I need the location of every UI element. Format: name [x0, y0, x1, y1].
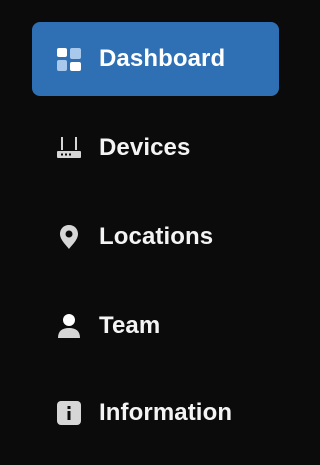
sidebar-item-locations[interactable]: Locations	[32, 200, 279, 274]
location-pin-icon	[56, 224, 82, 250]
sidebar-item-team[interactable]: Team	[32, 289, 279, 363]
sidebar-item-dashboard[interactable]: Dashboard	[32, 22, 279, 96]
sidebar-item-label: Devices	[99, 134, 191, 161]
dashboard-icon	[56, 46, 82, 72]
sidebar-item-label: Dashboard	[99, 45, 226, 72]
sidebar-item-label: Locations	[99, 223, 214, 250]
sidebar-item-label: Information	[99, 399, 233, 426]
sidebar-item-devices[interactable]: Devices	[32, 111, 279, 185]
info-icon	[56, 400, 82, 426]
person-icon	[56, 313, 82, 339]
sidebar-nav: Dashboard Devices Locations Team Informa…	[0, 0, 304, 465]
router-icon	[56, 135, 82, 161]
sidebar-item-label: Team	[99, 312, 161, 339]
sidebar-item-information[interactable]: Information	[32, 376, 279, 450]
